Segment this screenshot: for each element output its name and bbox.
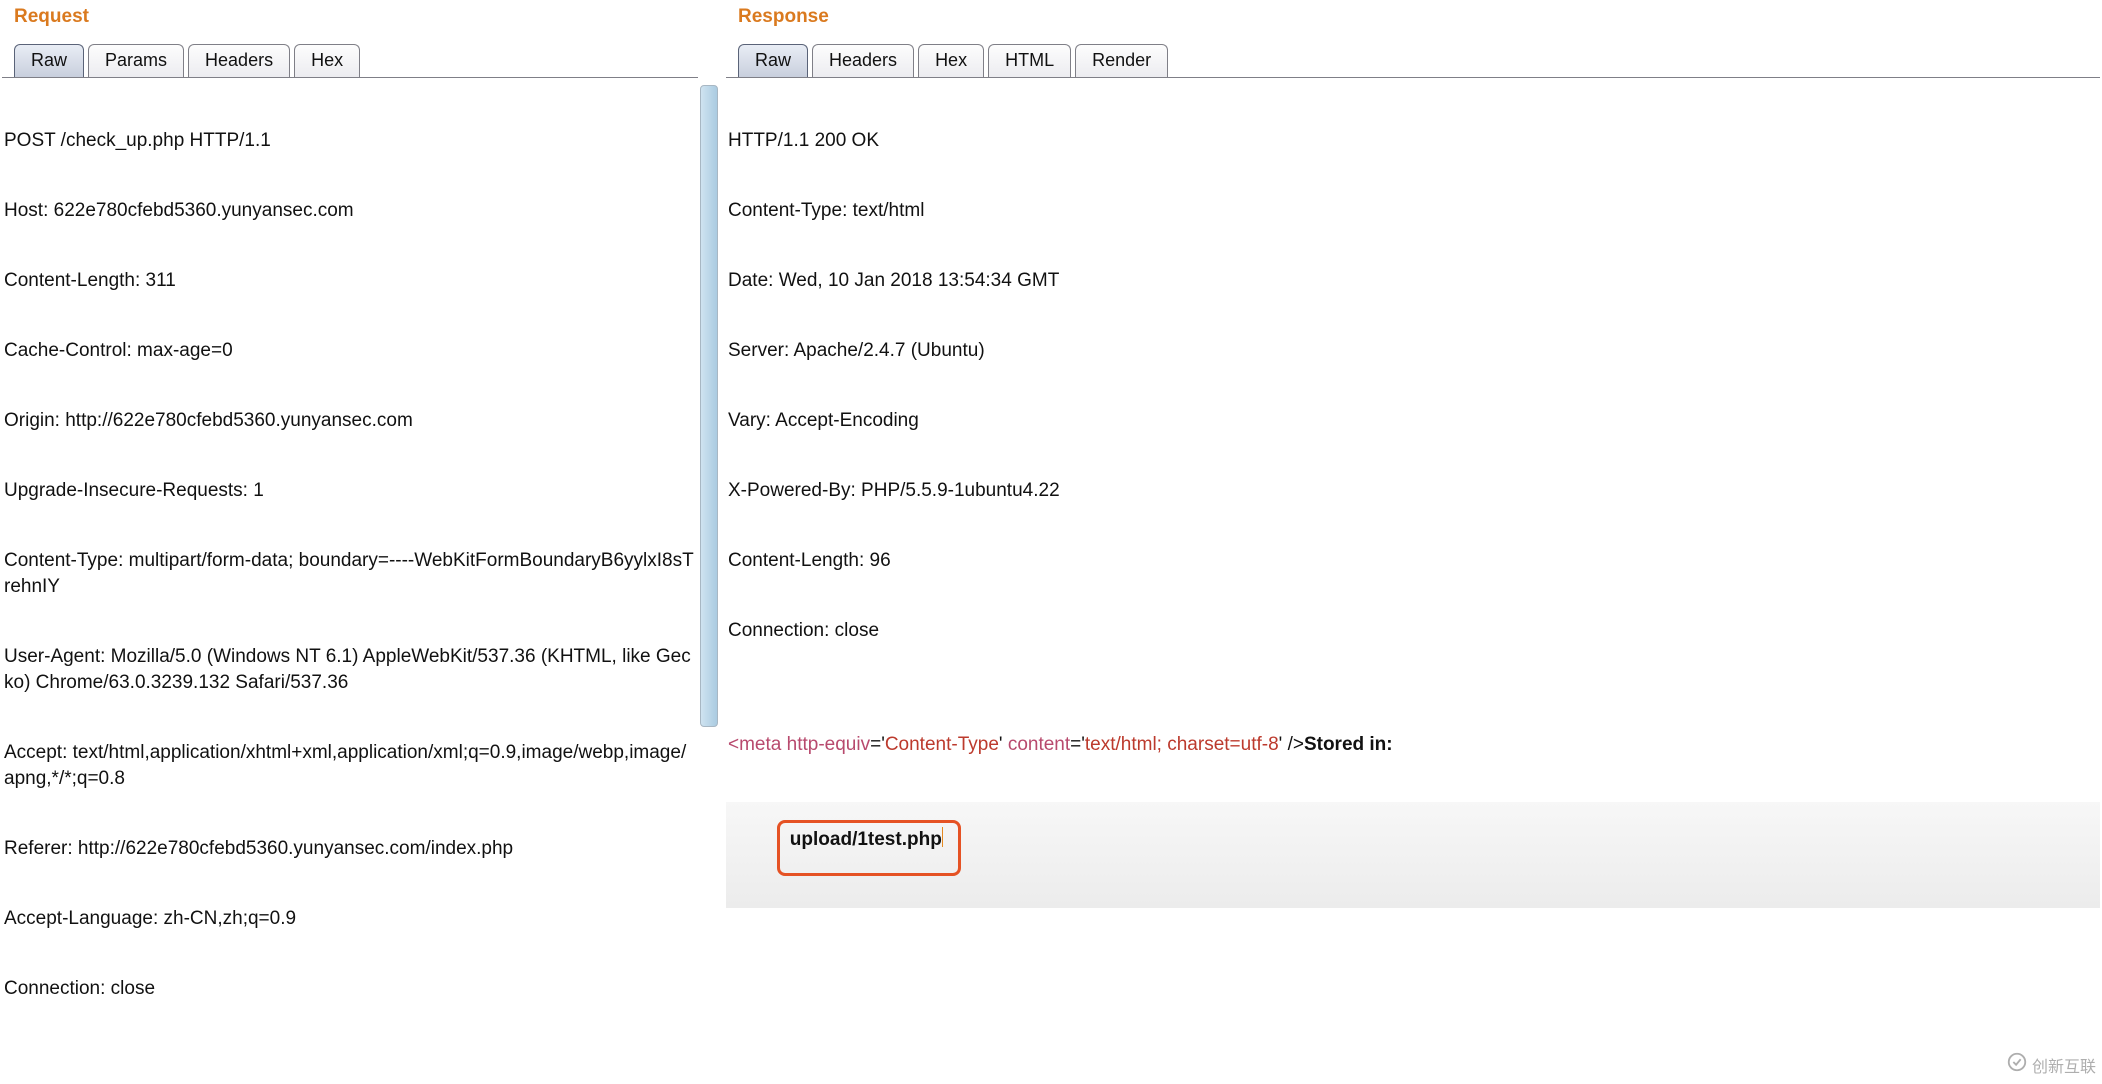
req-line: Cache-Control: max-age=0 — [2, 338, 698, 364]
text: =' — [870, 734, 885, 755]
req-line: Content-Type: multipart/form-data; bound… — [2, 548, 698, 600]
res-line: Vary: Accept-Encoding — [726, 408, 2100, 434]
request-content-wrap: POST /check_up.php HTTP/1.1 Host: 622e78… — [2, 77, 698, 1084]
response-content-wrap: HTTP/1.1 200 OK Content-Type: text/html … — [726, 77, 2100, 1084]
highlight-row: upload/1test.php — [726, 802, 2100, 908]
tag-open: < — [728, 734, 739, 755]
tab-hex[interactable]: Hex — [294, 44, 360, 77]
tab-params[interactable]: Params — [88, 44, 184, 77]
req-line: Accept: text/html,application/xhtml+xml,… — [2, 740, 698, 792]
tab-headers[interactable]: Headers — [188, 44, 290, 77]
res-line: X-Powered-By: PHP/5.5.9-1ubuntu4.22 — [726, 478, 2100, 504]
req-line: Upgrade-Insecure-Requests: 1 — [2, 478, 698, 504]
upload-path: upload/1test.php — [790, 829, 942, 850]
attr: content — [1008, 734, 1070, 755]
req-line: Referer: http://622e780cfebd5360.yunyans… — [2, 836, 698, 862]
request-raw-text[interactable]: POST /check_up.php HTTP/1.1 Host: 622e78… — [2, 78, 698, 1084]
res-line: Content-Length: 96 — [726, 548, 2100, 574]
res-line: Date: Wed, 10 Jan 2018 13:54:34 GMT — [726, 268, 2100, 294]
res-body-line: <meta http-equiv='Content-Type' content=… — [726, 732, 2100, 758]
req-line: Connection: close — [2, 976, 698, 1002]
text: ' — [999, 734, 1008, 755]
text: ' /> — [1279, 734, 1304, 755]
request-title: Request — [14, 6, 686, 28]
req-line: Origin: http://622e780cfebd5360.yunyanse… — [2, 408, 698, 434]
watermark-text: 创新互联 — [2032, 1053, 2096, 1077]
req-line: Host: 622e780cfebd5360.yunyansec.com — [2, 198, 698, 224]
stored-in-label: Stored in: — [1304, 734, 1398, 755]
text-caret-icon — [942, 827, 943, 847]
logo-icon — [2006, 1051, 2028, 1078]
text: =' — [1070, 734, 1085, 755]
request-panel: Request Raw Params Headers Hex POST /che… — [0, 0, 700, 1084]
tab-headers[interactable]: Headers — [812, 44, 914, 77]
response-tabs: Raw Headers Hex HTML Render — [724, 38, 2102, 77]
attr-value: Content-Type — [885, 734, 999, 755]
highlight-box: upload/1test.php — [777, 820, 961, 876]
res-line: Content-Type: text/html — [726, 198, 2100, 224]
split-handle[interactable] — [700, 0, 724, 1084]
attr-value: text/html; charset=utf-8 — [1085, 734, 1279, 755]
req-line: User-Agent: Mozilla/5.0 (Windows NT 6.1)… — [2, 644, 698, 696]
res-line: HTTP/1.1 200 OK — [726, 128, 2100, 154]
attr: http-equiv — [781, 734, 870, 755]
watermark: 创新互联 — [2006, 1051, 2096, 1078]
res-line: Connection: close — [726, 618, 2100, 644]
tab-raw[interactable]: Raw — [14, 44, 84, 77]
res-line: Server: Apache/2.4.7 (Ubuntu) — [726, 338, 2100, 364]
response-title: Response — [738, 6, 2088, 28]
req-line: Accept-Language: zh-CN,zh;q=0.9 — [2, 906, 698, 932]
request-tabs: Raw Params Headers Hex — [0, 38, 700, 77]
tab-raw[interactable]: Raw — [738, 44, 808, 77]
req-line: Content-Length: 311 — [2, 268, 698, 294]
tab-html[interactable]: HTML — [988, 44, 1071, 77]
tab-hex[interactable]: Hex — [918, 44, 984, 77]
tag-name: meta — [739, 734, 781, 755]
response-panel: Response Raw Headers Hex HTML Render HTT… — [724, 0, 2102, 1084]
tab-render[interactable]: Render — [1075, 44, 1168, 77]
response-raw-text[interactable]: HTTP/1.1 200 OK Content-Type: text/html … — [726, 78, 2100, 1084]
req-line: POST /check_up.php HTTP/1.1 — [2, 128, 698, 154]
